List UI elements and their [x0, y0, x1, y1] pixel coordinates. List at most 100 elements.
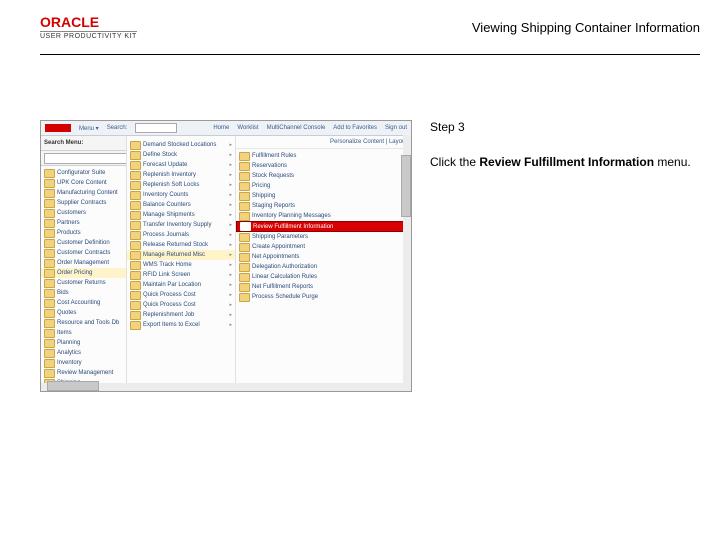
vertical-scrollbar[interactable]	[403, 135, 411, 391]
menu-item-label: Supplier Contracts	[57, 200, 106, 206]
col3-item[interactable]: Inventory Planning Messages	[236, 211, 411, 221]
col2-item[interactable]: Manage Shipments▸	[127, 210, 235, 220]
folder-icon	[44, 239, 55, 248]
col1-item[interactable]: Manufacturing Content	[41, 188, 126, 198]
menu-item-label: Customers	[57, 210, 86, 216]
app-screenshot: Menu ▾ Search: Home Worklist MultiChanne…	[40, 120, 412, 392]
col1-item[interactable]: Customer Contracts	[41, 248, 126, 258]
col3-item[interactable]: Pricing	[236, 181, 411, 191]
col1-item[interactable]: Analytics	[41, 348, 126, 358]
col2-item[interactable]: Balance Counters▸	[127, 200, 235, 210]
menu-item-label: Review Fulfillment Information	[253, 224, 333, 230]
col1-item[interactable]: Order Pricing	[41, 268, 126, 278]
chevron-right-icon: ▸	[229, 232, 232, 238]
folder-icon	[44, 179, 55, 188]
nav-link-fav[interactable]: Add to Favorites	[333, 125, 377, 131]
search-label: Search Menu:	[44, 140, 83, 146]
chevron-right-icon: ▸	[229, 152, 232, 158]
menu-search: Search Menu:	[41, 136, 126, 151]
folder-icon	[239, 202, 250, 211]
col2-item[interactable]: Replenish Inventory▸	[127, 170, 235, 180]
chevron-right-icon: ▸	[229, 302, 232, 308]
col3-item[interactable]: Shipping Parameters	[236, 232, 411, 242]
col3-item[interactable]: Delegation Authorization	[236, 262, 411, 272]
col3-item[interactable]: Stock Requests	[236, 171, 411, 181]
menu-item-label: Maintain Par Location	[143, 282, 201, 288]
col2-item[interactable]: RFID Link Screen▸	[127, 270, 235, 280]
logo-icon	[45, 124, 71, 132]
horizontal-scrollbar[interactable]	[41, 383, 411, 391]
col3-item[interactable]: Net Appointments	[236, 252, 411, 262]
menu-item-label: Demand Stocked Locations	[143, 142, 216, 148]
col1-item[interactable]: Items	[41, 328, 126, 338]
menu-item-label: Release Returned Stock	[143, 242, 208, 248]
folder-icon	[44, 349, 55, 358]
review-fulfillment-information-menu[interactable]: Review Fulfillment Information	[236, 221, 411, 232]
folder-icon	[130, 251, 141, 260]
folder-icon	[44, 289, 55, 298]
col1-item[interactable]: Configurator Suite	[41, 168, 126, 178]
col1-item[interactable]: Customer Definition	[41, 238, 126, 248]
nav-link-home[interactable]: Home	[213, 125, 229, 131]
col1-item[interactable]: Products	[41, 228, 126, 238]
col2-item[interactable]: Quick Process Cost▸	[127, 300, 235, 310]
folder-icon	[130, 271, 141, 280]
col3-item[interactable]: Create Appointment	[236, 242, 411, 252]
col1-item[interactable]: Order Management	[41, 258, 126, 268]
col2-item[interactable]: Replenishment Job▸	[127, 310, 235, 320]
menu-item-label: Customer Definition	[57, 240, 110, 246]
menu-search-input[interactable]	[44, 153, 127, 164]
col2-item[interactable]: Inventory Counts▸	[127, 190, 235, 200]
col1-item[interactable]: Resource and Tools Db	[41, 318, 126, 328]
col3-item[interactable]: Process Schedule Purge	[236, 292, 411, 302]
col2-item[interactable]: Transfer Inventory Supply▸	[127, 220, 235, 230]
col2-item[interactable]: Release Returned Stock▸	[127, 240, 235, 250]
nav-menu[interactable]: Menu ▾	[79, 125, 99, 132]
col1-item[interactable]: Planning	[41, 338, 126, 348]
nav-link-mcc[interactable]: MultiChannel Console	[267, 125, 326, 131]
col1-item[interactable]: Customers	[41, 208, 126, 218]
menu-item-label: Analytics	[57, 350, 81, 356]
col2-item[interactable]: Manage Returned Misc▸	[127, 250, 235, 260]
nav-search-box[interactable]	[135, 123, 177, 133]
nav-link-worklist[interactable]: Worklist	[237, 125, 258, 131]
col1-item[interactable]: Partners	[41, 218, 126, 228]
col3-item[interactable]: Shipping	[236, 191, 411, 201]
chevron-right-icon: ▸	[229, 322, 232, 328]
col2-item[interactable]: Define Stock▸	[127, 150, 235, 160]
col3-item[interactable]: Linear Calculation Rules	[236, 272, 411, 282]
col1-item[interactable]: Inventory	[41, 358, 126, 368]
col1-item[interactable]: Cost Accounting	[41, 298, 126, 308]
folder-icon	[239, 273, 250, 282]
col2-item[interactable]: Quick Process Cost▸	[127, 290, 235, 300]
chevron-right-icon: ▸	[229, 192, 232, 198]
folder-icon	[130, 181, 141, 190]
col1-item[interactable]: Supplier Contracts	[41, 198, 126, 208]
menu-item-label: Partners	[57, 220, 80, 226]
col2-item[interactable]: Replenish Soft Locks▸	[127, 180, 235, 190]
col2-item[interactable]: Process Journals▸	[127, 230, 235, 240]
col1-item[interactable]: Bids	[41, 288, 126, 298]
col3-item[interactable]: Staging Reports	[236, 201, 411, 211]
col1-item[interactable]: UPK Core Content	[41, 178, 126, 188]
col1-item[interactable]: Quotes	[41, 308, 126, 318]
col3-item[interactable]: Fulfillment Rules	[236, 151, 411, 161]
nav-signout[interactable]: Sign out	[385, 125, 407, 131]
menu-item-label: Transfer Inventory Supply	[143, 222, 211, 228]
col2-item[interactable]: WMS Track Home▸	[127, 260, 235, 270]
col2-item[interactable]: Maintain Par Location▸	[127, 280, 235, 290]
col2-item[interactable]: Export Items to Excel▸	[127, 320, 235, 330]
folder-icon	[44, 169, 55, 178]
menu-item-label: WMS Track Home	[143, 262, 192, 268]
col3-item[interactable]: Net Fulfillment Reports	[236, 282, 411, 292]
folder-icon	[239, 283, 250, 292]
col1-item[interactable]: Review Management	[41, 368, 126, 378]
menu-item-label: Bids	[57, 290, 69, 296]
folder-icon	[44, 259, 55, 268]
col2-item[interactable]: Demand Stocked Locations▸	[127, 140, 235, 150]
personalize-link[interactable]: Personalize Content | Layout	[330, 139, 407, 145]
col3-item[interactable]: Reservations	[236, 161, 411, 171]
col1-item[interactable]: Customer Returns	[41, 278, 126, 288]
menu-item-label: Staging Reports	[252, 203, 295, 209]
col2-item[interactable]: Forecast Update▸	[127, 160, 235, 170]
